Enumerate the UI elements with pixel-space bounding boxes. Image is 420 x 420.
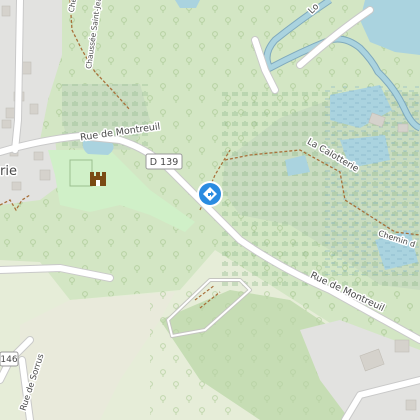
village-label-fragment: rie	[0, 164, 17, 179]
map-canvas: Rue de Montreuil Rue de Montreuil D 139 …	[0, 0, 420, 420]
castle-icon[interactable]	[90, 172, 106, 186]
road-ref-label-sw: 146	[0, 355, 17, 365]
map-view[interactable]: Rue de Montreuil Rue de Montreuil D 139 …	[0, 0, 420, 420]
direction-marker-icon[interactable]	[197, 181, 223, 207]
road-ref-label: D 139	[150, 157, 178, 168]
